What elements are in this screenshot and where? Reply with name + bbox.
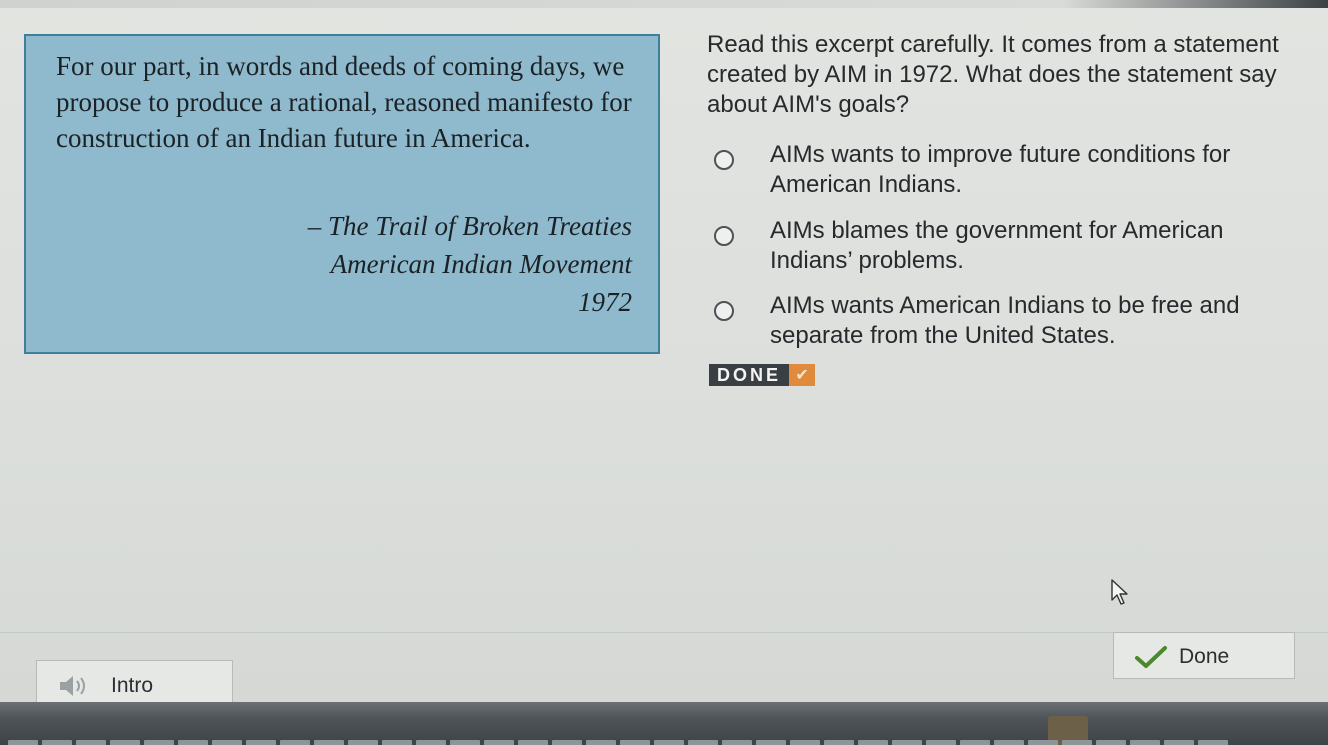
radio-button-1[interactable] <box>714 150 734 170</box>
activity-page: For our part, in words and deeds of comi… <box>0 0 1328 745</box>
progress-segment <box>484 740 514 745</box>
progress-segment <box>994 740 1024 745</box>
checkmark-icon <box>1135 646 1167 668</box>
question-prompt: Read this excerpt carefully. It comes fr… <box>707 31 1279 118</box>
bottom-navigation-bar <box>0 702 1328 745</box>
progress-segment <box>552 740 582 745</box>
progress-segment <box>178 740 208 745</box>
progress-segment <box>144 740 174 745</box>
radio-button-2[interactable] <box>714 226 734 246</box>
progress-segment <box>1130 740 1160 745</box>
progress-segment <box>586 740 616 745</box>
progress-segment <box>790 740 820 745</box>
progress-segment <box>416 740 446 745</box>
progress-segment <box>1096 740 1126 745</box>
progress-segment <box>892 740 922 745</box>
progress-segment <box>76 740 106 745</box>
status-badge-label: DONE <box>709 364 790 386</box>
progress-segment <box>1198 740 1228 745</box>
progress-segment <box>314 740 344 745</box>
progress-segment <box>620 740 650 745</box>
progress-segment <box>654 740 684 745</box>
speaker-icon <box>60 676 85 696</box>
progress-segment <box>824 740 854 745</box>
progress-segment <box>1028 740 1058 745</box>
progress-segment <box>42 740 72 745</box>
excerpt-text: For our part, in words and deeds of comi… <box>56 51 632 153</box>
checkmark-icon: ✔ <box>789 364 816 386</box>
attribution-org: American Indian Movement <box>330 249 632 279</box>
progress-segment <box>212 740 242 745</box>
progress-segment <box>722 740 752 745</box>
progress-segment <box>450 740 480 745</box>
excerpt-box: For our part, in words and deeds of comi… <box>24 34 660 354</box>
answer-option-label[interactable]: AIMs wants American Indians to be free a… <box>770 291 1300 351</box>
attribution-title: – The Trail of Broken Treaties <box>307 211 632 241</box>
radio-button-3[interactable] <box>714 301 734 321</box>
progress-segment <box>688 740 718 745</box>
progress-strip <box>0 739 1328 745</box>
progress-segment <box>8 740 38 745</box>
progress-segment <box>1062 740 1092 745</box>
progress-segment <box>926 740 956 745</box>
answer-option-label[interactable]: AIMs wants to improve future conditions … <box>770 140 1300 200</box>
progress-segment <box>382 740 412 745</box>
done-label[interactable]: Done <box>1179 645 1229 669</box>
progress-segment <box>858 740 888 745</box>
attribution-year: 1972 <box>578 287 632 317</box>
progress-segment <box>348 740 378 745</box>
progress-segment <box>960 740 990 745</box>
mouse-pointer-icon <box>1111 579 1128 605</box>
progress-segment <box>756 740 786 745</box>
progress-segment <box>110 740 140 745</box>
answer-option-label[interactable]: AIMs blames the government for American … <box>770 216 1300 276</box>
status-badge: DONE ✔ <box>709 364 816 386</box>
done-button[interactable]: Done <box>1113 632 1295 679</box>
progress-segment <box>1164 740 1194 745</box>
intro-label[interactable]: Intro <box>111 674 153 698</box>
progress-segment <box>280 740 310 745</box>
top-strip <box>0 0 1328 8</box>
progress-segment <box>518 740 548 745</box>
progress-segment <box>246 740 276 745</box>
